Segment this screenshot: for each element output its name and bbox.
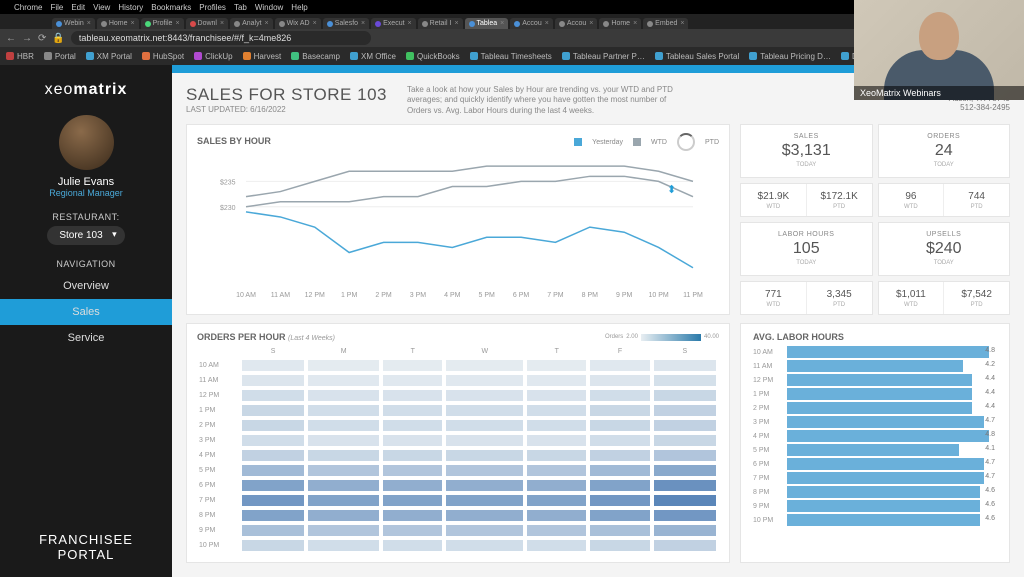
kpi-sales-split: $21.9KWTD$172.1KPTD [740,183,873,217]
svg-text:10 PM: 10 PM [648,292,668,299]
main-content: SALES FOR STORE 103 LAST UPDATED: 6/16/2… [172,65,1024,577]
svg-text:10 AM: 10 AM [236,292,256,299]
bookmark[interactable]: HubSpot [142,52,184,61]
svg-text:2 PM: 2 PM [375,292,392,299]
forward-icon[interactable]: → [22,33,32,44]
user-name: Julie Evans [58,176,114,188]
webcam-label: XeoMatrix Webinars [854,86,1024,100]
reload-icon[interactable]: ⟳ [38,33,46,44]
browser-tab[interactable]: Retail I× [418,18,463,29]
browser-tab[interactable]: Execut× [371,18,416,29]
bookmark[interactable]: HBR [6,52,34,61]
svg-text:$230: $230 [220,205,236,212]
browser-tab[interactable]: Home× [97,18,139,29]
bookmark[interactable]: Tableau Pricing D… [749,52,831,61]
browser-tab[interactable]: Analyt× [230,18,273,29]
restaurant-dropdown[interactable]: Store 103 [47,226,124,245]
sidebar-item-service[interactable]: Service [0,325,172,351]
avg-labor-hours-card: AVG. LABOR HOURS 10 AM4.811 AM4.212 PM4.… [740,323,1010,563]
svg-text:$235: $235 [220,180,236,187]
kpi-sales: SALES$3,131TODAY [740,124,873,178]
webcam-overlay: XeoMatrix Webinars [854,0,1024,100]
bookmark[interactable]: ClickUp [194,52,233,61]
logo: xeomatrix [45,81,128,99]
bookmark[interactable]: Basecamp [291,52,340,61]
kpi-upsells-split: $1,011WTD$7,542PTD [878,281,1011,315]
svg-text:4 PM: 4 PM [444,292,461,299]
bookmark[interactable]: QuickBooks [406,52,460,61]
restaurant-label: RESTAURANT: [52,212,119,222]
kpi-orders: ORDERS24TODAY [878,124,1011,178]
browser-tab[interactable]: Accou× [555,18,598,29]
svg-text:1 PM: 1 PM [341,292,358,299]
kpi-labor-split: 771WTD3,345PTD [740,281,873,315]
browser-tab[interactable]: Salesfo× [323,18,369,29]
svg-text:7 PM: 7 PM [547,292,564,299]
user-role[interactable]: Regional Manager [49,188,123,198]
bookmark[interactable]: Portal [44,52,76,61]
bookmark[interactable]: XM Portal [86,52,132,61]
nav-label: NAVIGATION [56,259,115,269]
last-updated: LAST UPDATED: 6/16/2022 [186,105,387,114]
bookmark[interactable]: Harvest [243,52,282,61]
kpi-upsells: UPSELLS$240TODAY [878,222,1011,276]
svg-text:6 PM: 6 PM [513,292,530,299]
kpi-orders-split: 96WTD744PTD [878,183,1011,217]
browser-tab[interactable]: Tablea× [465,18,509,29]
back-icon[interactable]: ← [6,33,16,44]
svg-text:5 PM: 5 PM [479,292,496,299]
loading-spinner [677,133,695,151]
sales-by-hour-chart: SALES BY HOUR Yesterday WTD PTD $230$235… [186,124,730,315]
svg-text:12 PM: 12 PM [305,292,325,299]
sidebar-item-sales[interactable]: Sales [0,299,172,325]
svg-text:11 AM: 11 AM [271,292,290,299]
page-description: Take a look at how your Sales by Hour ar… [407,85,687,116]
browser-tab[interactable]: Profile× [141,18,184,29]
browser-tab[interactable]: Webin× [52,18,95,29]
browser-tab[interactable]: Embed× [643,18,688,29]
cursor-icon: ⬍ [667,183,676,196]
svg-text:8 PM: 8 PM [582,292,599,299]
page-title: SALES FOR STORE 103 [186,85,387,105]
browser-tab[interactable]: Wix AD× [275,18,321,29]
bookmark[interactable]: XM Office [350,52,396,61]
browser-tab[interactable]: Accou× [510,18,553,29]
lock-icon: 🔒 [52,33,64,44]
bookmark[interactable]: Tableau Sales Portal [655,52,739,61]
orders-per-hour-card: ORDERS PER HOUR (Last 4 Weeks) Orders 2.… [186,323,730,563]
sidebar: xeomatrix Julie Evans Regional Manager R… [0,65,172,577]
bookmark[interactable]: Tableau Timesheets [470,52,552,61]
menubar-app[interactable]: Chrome [14,3,42,12]
svg-text:3 PM: 3 PM [410,292,427,299]
avatar [59,115,114,170]
kpi-labor: LABOR HOURS105TODAY [740,222,873,276]
portal-label: FRANCHISEEPORTAL [39,532,133,563]
browser-tab[interactable]: Downl× [186,18,229,29]
svg-text:9 PM: 9 PM [616,292,633,299]
bookmark[interactable]: Tableau Partner P… [562,52,645,61]
kpi-grid: SALES$3,131TODAYORDERS24TODAY$21.9KWTD$1… [740,124,1010,315]
url-field[interactable]: tableau.xeomatrix.net:8443/franchisee/#/… [71,31,371,45]
sidebar-item-overview[interactable]: Overview [0,273,172,299]
browser-tab[interactable]: Home× [599,18,641,29]
svg-text:11 PM: 11 PM [683,292,703,299]
